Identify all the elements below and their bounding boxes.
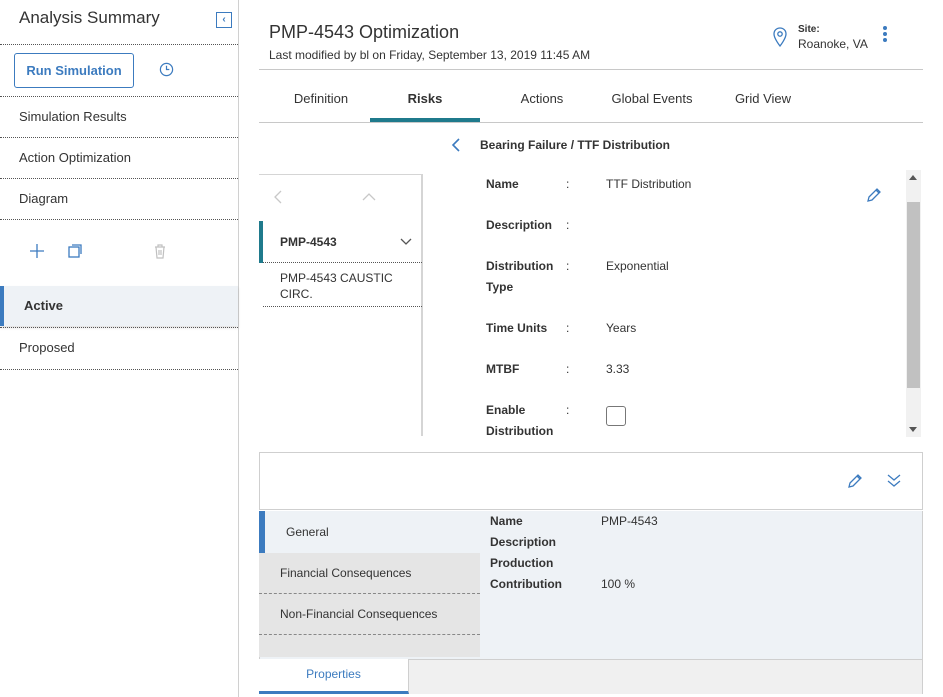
properties-header <box>259 452 923 510</box>
properties-nav-label: General <box>286 525 329 539</box>
properties-nav-non-financial[interactable]: Non-Financial Consequences <box>259 594 480 635</box>
double-chevron-down-icon[interactable] <box>886 472 902 488</box>
field-colon: : <box>566 218 570 232</box>
field-colon: : <box>566 321 570 335</box>
asset-list <box>259 174 423 436</box>
scenario-label: Active <box>24 298 64 313</box>
scroll-down-icon[interactable] <box>909 427 917 432</box>
property-value-name: PMP-4543 <box>601 514 658 528</box>
properties-nav-label: Non-Financial Consequences <box>280 607 438 621</box>
pencil-icon[interactable] <box>866 187 882 203</box>
divider <box>259 122 923 123</box>
divider <box>0 327 238 328</box>
property-label-contribution: Contribution <box>490 577 562 591</box>
sidebar: Analysis Summary ‹ Run Simulation Simula… <box>0 0 239 697</box>
divider <box>259 69 923 70</box>
properties-nav-filler <box>259 635 480 657</box>
tab-actions[interactable]: Actions <box>492 91 592 122</box>
field-colon: : <box>566 177 570 191</box>
pencil-icon[interactable] <box>847 473 863 489</box>
location-pin-icon <box>773 27 787 47</box>
field-label-name: Name <box>486 177 519 191</box>
divider <box>0 44 238 45</box>
property-label-production: Production <box>490 556 554 570</box>
field-colon: : <box>566 403 570 417</box>
properties-nav-general[interactable]: General <box>259 511 480 553</box>
chevron-down-icon[interactable] <box>400 238 412 246</box>
tab-risks[interactable]: Risks <box>370 91 480 122</box>
field-label-distribution-type: Distribution Type <box>486 259 554 294</box>
nav-simulation-results[interactable]: Simulation Results <box>19 109 127 124</box>
delete-icon[interactable] <box>152 243 168 259</box>
scroll-up-icon[interactable] <box>909 175 917 180</box>
properties-nav-financial[interactable]: Financial Consequences <box>259 553 480 594</box>
nav-action-optimization[interactable]: Action Optimization <box>19 150 131 165</box>
add-icon[interactable] <box>29 243 45 259</box>
chevron-up-icon[interactable] <box>362 190 376 204</box>
scenario-proposed[interactable]: Proposed <box>19 340 75 355</box>
chevron-left-icon[interactable] <box>272 190 286 204</box>
properties-nav: General Financial Consequences Non-Finan… <box>259 511 480 657</box>
risk-title: Bearing Failure / TTF Distribution <box>480 138 671 152</box>
asset-label: PMP-4543 <box>280 235 337 249</box>
field-label-enable-distribution: Enable Distribution <box>486 403 554 438</box>
tab-grid-view[interactable]: Grid View <box>713 91 813 122</box>
field-label-description: Description <box>486 218 553 232</box>
scrollbar[interactable] <box>906 170 921 437</box>
divider <box>0 369 238 370</box>
scenario-active[interactable]: Active <box>0 286 238 326</box>
history-icon[interactable] <box>159 62 174 77</box>
tab-definition[interactable]: Definition <box>272 91 370 122</box>
property-label-description: Description <box>490 535 557 549</box>
divider <box>263 306 422 307</box>
field-value-name: TTF Distribution <box>606 177 692 191</box>
run-simulation-button[interactable]: Run Simulation <box>14 53 134 88</box>
field-value-time-units: Years <box>606 321 637 335</box>
divider <box>0 137 238 138</box>
more-vert-icon[interactable] <box>881 26 889 44</box>
nav-diagram[interactable]: Diagram <box>19 191 68 206</box>
tab-properties[interactable]: Properties <box>259 659 409 694</box>
field-colon: : <box>566 259 570 273</box>
site-value: Roanoke, VA <box>798 37 868 51</box>
divider <box>263 262 422 263</box>
selection-indicator <box>259 221 263 263</box>
sidebar-title: Analysis Summary <box>19 8 160 27</box>
property-value-contribution: 100 % <box>601 577 636 591</box>
scrollbar-thumb[interactable] <box>907 202 920 388</box>
field-value-distribution-type: Exponential <box>606 259 669 273</box>
properties-nav-label: Financial Consequences <box>280 566 412 580</box>
field-colon: : <box>566 362 570 376</box>
field-label-time-units: Time Units <box>486 321 548 335</box>
field-value-mtbf: 3.33 <box>606 362 630 376</box>
property-label-name: Name <box>490 514 523 528</box>
field-label-mtbf: MTBF <box>486 362 520 376</box>
site-label: Site: <box>798 24 820 35</box>
tab-global-events[interactable]: Global Events <box>602 91 702 122</box>
asset-item[interactable]: PMP-4543 CAUSTIC CIRC. <box>280 270 410 302</box>
divider <box>0 178 238 179</box>
back-chevron-icon[interactable] <box>450 137 462 153</box>
collapse-sidebar-icon[interactable]: ‹ <box>216 12 232 28</box>
divider <box>0 96 238 97</box>
selection-indicator <box>0 286 4 326</box>
copy-icon[interactable] <box>67 243 83 259</box>
page-title: PMP-4543 Optimization <box>269 22 460 42</box>
selection-indicator <box>259 511 265 553</box>
asset-item-selected[interactable]: PMP-4543 <box>259 221 422 263</box>
divider <box>0 219 238 220</box>
enable-distribution-checkbox[interactable] <box>606 406 626 426</box>
page-subtitle: Last modified by bl on Friday, September… <box>269 48 591 62</box>
